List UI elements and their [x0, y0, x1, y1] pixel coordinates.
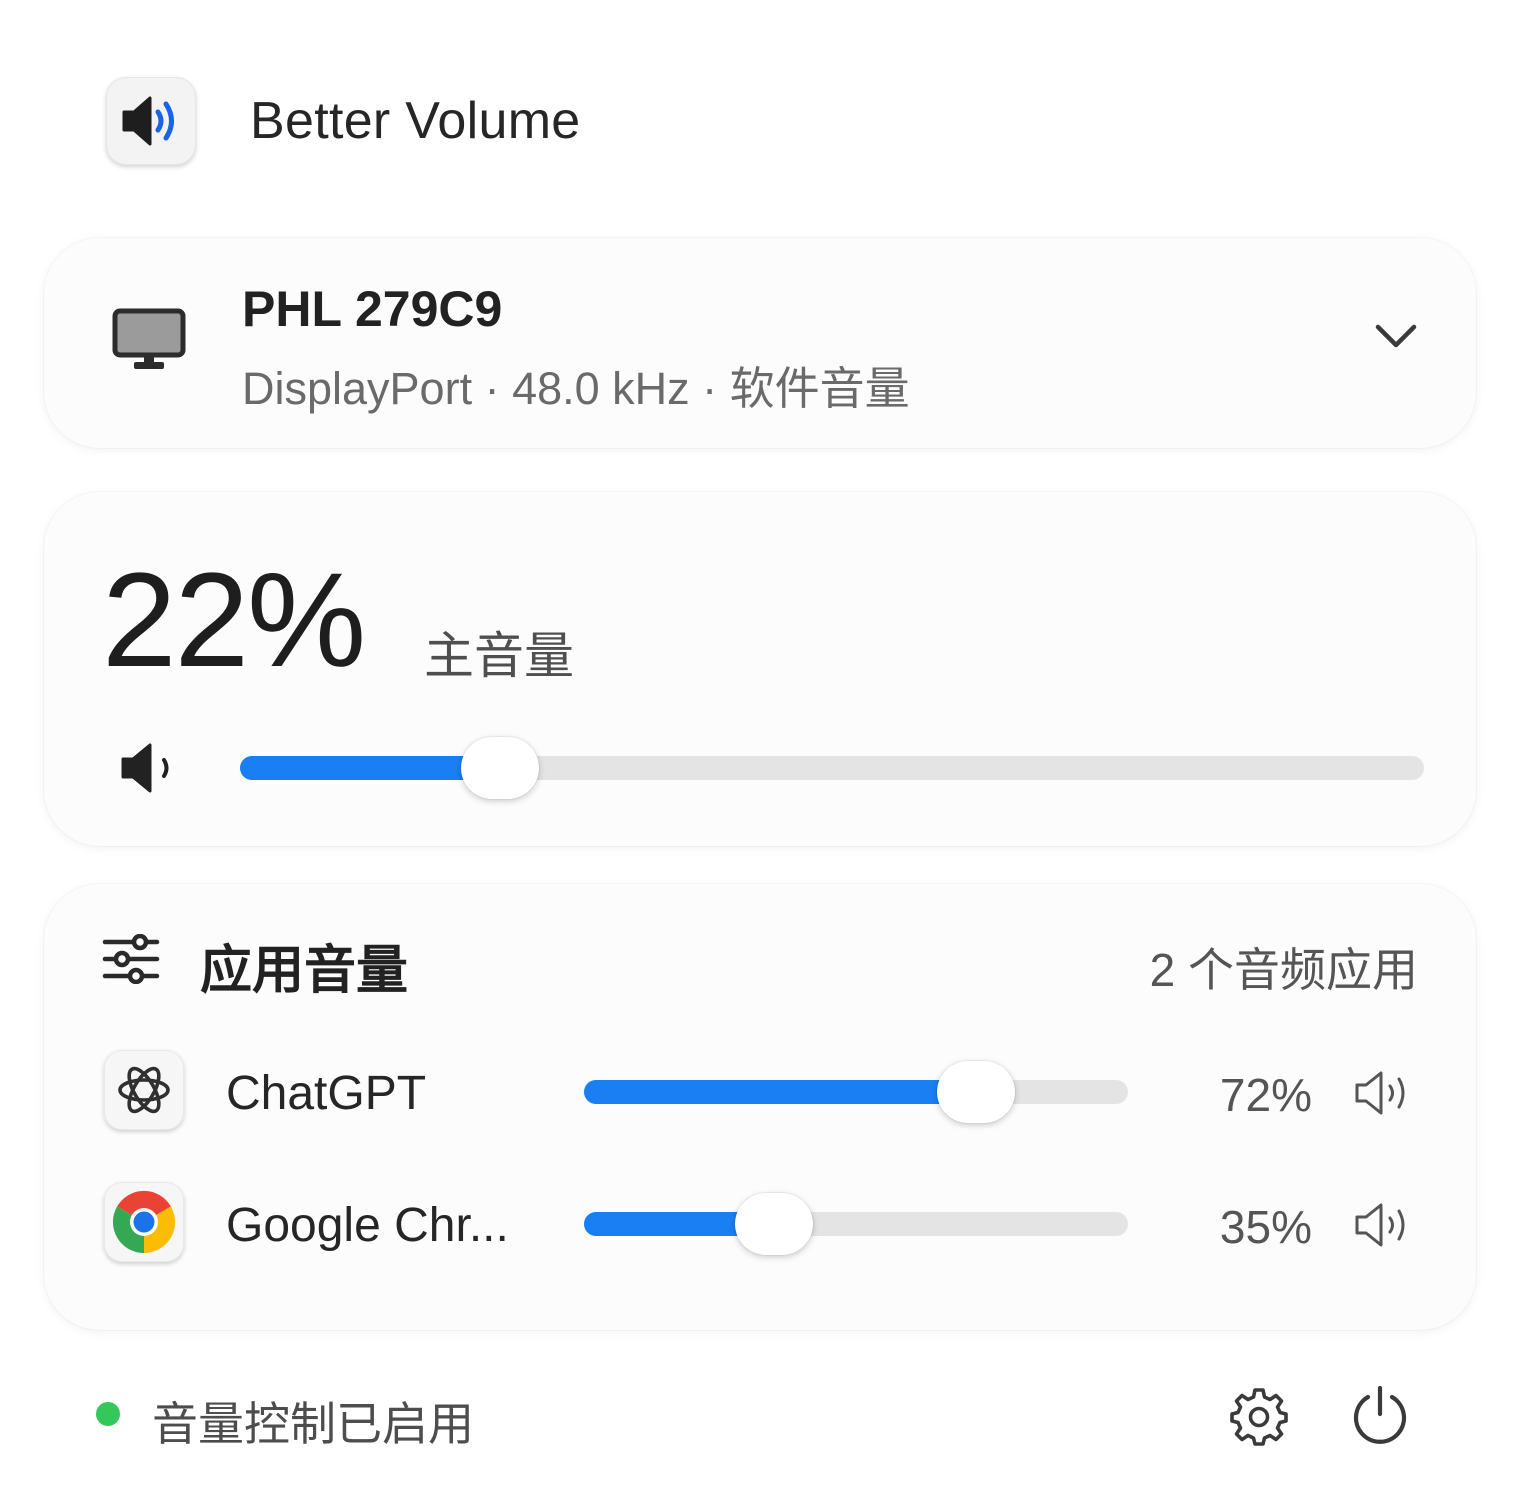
output-device-card[interactable]: PHL 279C9 DisplayPort · 48.0 kHz · 软件音量 [44, 238, 1476, 448]
chevron-down-icon[interactable] [1374, 322, 1418, 355]
speaker-icon[interactable] [120, 740, 180, 801]
master-volume-label: 主音量 [424, 628, 574, 684]
status-text: 音量控制已启用 [152, 1398, 474, 1450]
app-volume-percent: 35% [1219, 1201, 1312, 1253]
chatgpt-logo-icon [104, 1050, 184, 1130]
app-name: ChatGPT [226, 1067, 427, 1120]
sliders-icon [102, 933, 160, 989]
app-name: Google Chr... [226, 1199, 509, 1252]
status-bar: 音量控制已启用 [0, 1380, 1520, 1450]
power-icon[interactable] [1350, 1384, 1410, 1451]
speaker-outline-icon[interactable] [1354, 1070, 1416, 1121]
chrome-logo-icon [104, 1182, 184, 1262]
speaker-outline-icon[interactable] [1354, 1202, 1416, 1253]
monitor-icon [112, 308, 186, 377]
master-volume-slider[interactable] [240, 736, 1424, 800]
app-volume-slider[interactable] [584, 1060, 1128, 1124]
app-title: Better Volume [250, 92, 581, 150]
app-volume-slider[interactable] [584, 1192, 1128, 1256]
slider-thumb[interactable] [936, 1061, 1015, 1123]
master-volume-card: 22% 主音量 [44, 492, 1476, 846]
app-row-chatgpt: ChatGPT 72% [44, 1050, 1476, 1134]
slider-thumb[interactable] [735, 1193, 814, 1255]
speaker-wave-icon [106, 77, 196, 165]
app-row-chrome: Google Chr... 35% [44, 1182, 1476, 1266]
status-indicator [96, 1402, 120, 1426]
gear-icon[interactable] [1228, 1386, 1290, 1453]
app-header: Better Volume [106, 76, 581, 166]
device-info: DisplayPort · 48.0 kHz · 软件音量 [242, 363, 910, 414]
audio-app-count: 2 个音频应用 [1149, 944, 1418, 996]
device-name: PHL 279C9 [242, 281, 503, 337]
app-volume-percent: 72% [1219, 1069, 1312, 1121]
app-volume-title: 应用音量 [200, 942, 409, 1000]
slider-fill [584, 1080, 976, 1104]
master-volume-value: 22% [102, 546, 366, 695]
app-volume-card: 应用音量 2 个音频应用 ChatGPT 72% Google Chr... 3… [44, 884, 1476, 1330]
slider-thumb[interactable] [461, 737, 540, 799]
